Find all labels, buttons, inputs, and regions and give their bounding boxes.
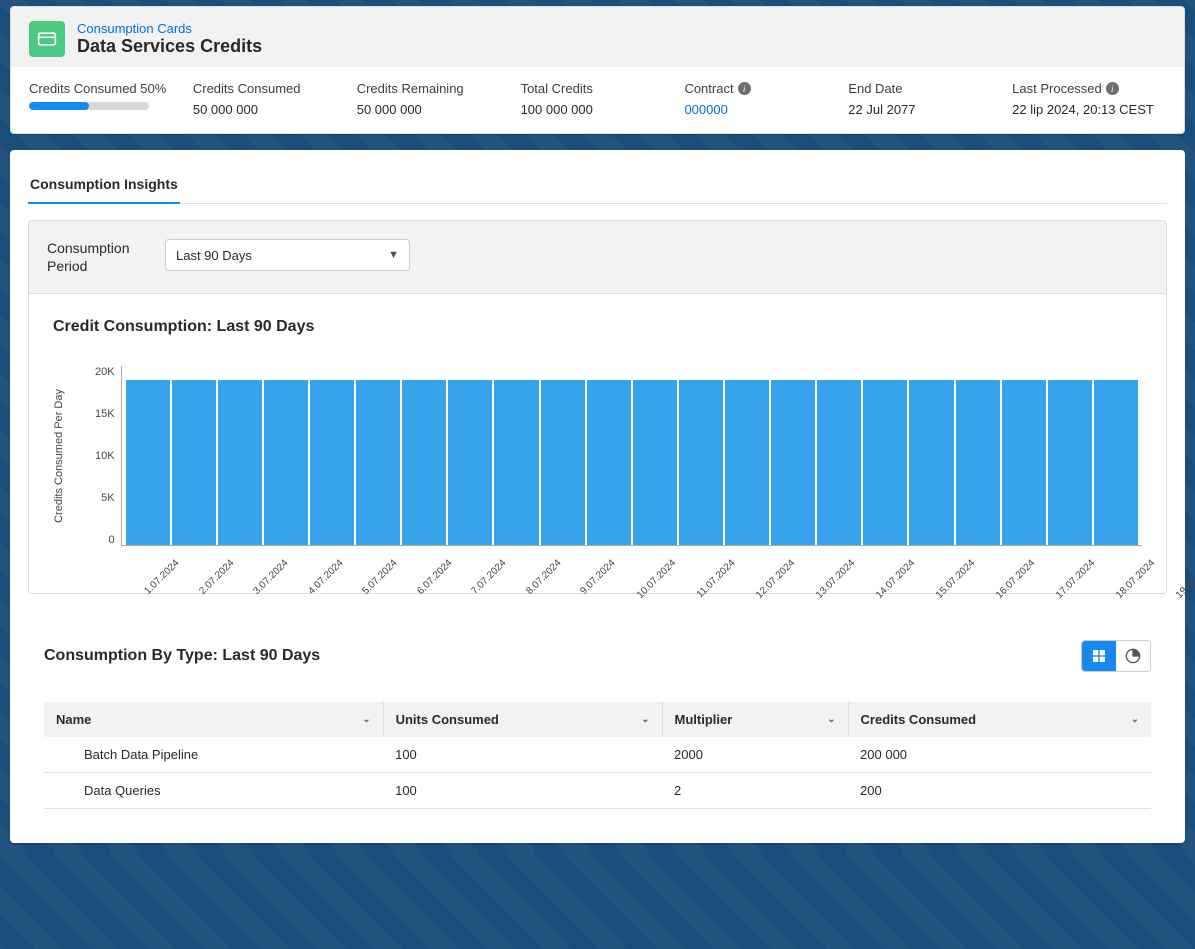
chart-bar[interactable]: [633, 380, 677, 546]
chart-bar[interactable]: [1048, 380, 1092, 546]
column-header[interactable]: Name⌄: [44, 702, 383, 737]
metric-value: 50 000 000: [357, 102, 511, 117]
chart-view-button[interactable]: [1116, 641, 1150, 671]
filter-label: Consumption Period: [47, 239, 147, 275]
metric-value: 22 Jul 2077: [848, 102, 1002, 117]
metric-value: 50 000 000: [193, 102, 347, 117]
sort-icon: ⌄: [641, 714, 649, 725]
table-cell: 100: [383, 773, 662, 809]
chart-bar[interactable]: [264, 380, 308, 546]
progress-bar: [29, 102, 149, 110]
metric-label: End Date: [848, 81, 1002, 96]
chart-panel: Credit Consumption: Last 90 Days Credits…: [28, 294, 1167, 594]
table-cell: 2000: [662, 737, 848, 773]
metric-end-date: End Date 22 Jul 2077: [848, 81, 1002, 117]
chart-bar[interactable]: [402, 380, 446, 546]
metric-label: Credits Consumed 50%: [29, 81, 183, 96]
chart-bar[interactable]: [1094, 380, 1138, 546]
tabs: Consumption Insights: [28, 168, 1167, 204]
chart-bar[interactable]: [863, 380, 907, 546]
chart-bar[interactable]: [448, 380, 492, 546]
table-cell: 2: [662, 773, 848, 809]
header-card: Consumption Cards Data Services Credits …: [10, 6, 1185, 134]
metric-consumed-pct: Credits Consumed 50%: [29, 81, 183, 117]
metric-total: Total Credits 100 000 000: [521, 81, 675, 117]
bytype-table: Name⌄Units Consumed⌄Multiplier⌄Credits C…: [44, 702, 1151, 809]
table-cell: 200 000: [848, 737, 1151, 773]
metric-label: Contract i: [684, 81, 838, 96]
column-header[interactable]: Multiplier⌄: [662, 702, 848, 737]
chart-plot: [121, 366, 1142, 546]
page-title: Data Services Credits: [77, 36, 262, 57]
chart-bar[interactable]: [909, 380, 953, 546]
chevron-down-icon: ▼: [388, 249, 399, 261]
chart-bar[interactable]: [126, 380, 170, 546]
chart-bar[interactable]: [725, 380, 769, 546]
table-cell: Data Queries: [44, 773, 383, 809]
column-header[interactable]: Credits Consumed⌄: [848, 702, 1151, 737]
card-icon: [29, 21, 65, 57]
table-row[interactable]: Batch Data Pipeline1002000200 000: [44, 737, 1151, 773]
metric-contract: Contract i 000000: [684, 81, 838, 117]
chart-bar[interactable]: [771, 380, 815, 546]
view-toggle: [1081, 640, 1151, 672]
select-value: Last 90 Days: [176, 248, 252, 263]
sort-icon: ⌄: [1131, 714, 1139, 725]
metric-value: 22 lip 2024, 20:13 CEST: [1012, 102, 1166, 117]
main-card: Consumption Insights Consumption Period …: [10, 150, 1185, 843]
metric-label: Total Credits: [521, 81, 675, 96]
chart-bar[interactable]: [1002, 380, 1046, 546]
chart-bar[interactable]: [541, 380, 585, 546]
table-cell: Batch Data Pipeline: [44, 737, 383, 773]
metric-label: Credits Remaining: [357, 81, 511, 96]
info-icon[interactable]: i: [1106, 82, 1119, 95]
sort-icon: ⌄: [362, 714, 370, 725]
chart-bar[interactable]: [172, 380, 216, 546]
table-row[interactable]: Data Queries1002200: [44, 773, 1151, 809]
pie-icon: [1125, 648, 1141, 664]
chart-xticks: 1.07.20242.07.20243.07.20244.07.20245.07…: [123, 546, 1142, 563]
tab-consumption-insights[interactable]: Consumption Insights: [28, 168, 180, 204]
chart-bar[interactable]: [310, 380, 354, 546]
column-header[interactable]: Units Consumed⌄: [383, 702, 662, 737]
sort-icon: ⌄: [827, 714, 835, 725]
chart-bar[interactable]: [356, 380, 400, 546]
metric-consumed: Credits Consumed 50 000 000: [193, 81, 347, 117]
chart-bar[interactable]: [218, 380, 262, 546]
metric-remaining: Credits Remaining 50 000 000: [357, 81, 511, 117]
breadcrumb-link[interactable]: Consumption Cards: [77, 21, 262, 36]
contract-link[interactable]: 000000: [684, 102, 838, 117]
metric-last-processed: Last Processed i 22 lip 2024, 20:13 CEST: [1012, 81, 1166, 117]
metric-label: Last Processed i: [1012, 81, 1166, 96]
chart-ylabel: Credits Consumed Per Day: [53, 389, 65, 523]
chart-yticks: 20K15K10K5K0: [89, 366, 121, 546]
chart-bar[interactable]: [494, 380, 538, 546]
chart-bar[interactable]: [817, 380, 861, 546]
metric-value: 100 000 000: [521, 102, 675, 117]
filter-bar: Consumption Period Last 90 Days ▼: [28, 220, 1167, 294]
table-view-button[interactable]: [1082, 641, 1116, 671]
info-icon[interactable]: i: [738, 82, 751, 95]
chart-title: Credit Consumption: Last 90 Days: [53, 318, 1142, 336]
table-cell: 200: [848, 773, 1151, 809]
table-cell: 100: [383, 737, 662, 773]
period-select[interactable]: Last 90 Days ▼: [165, 239, 410, 271]
bytype-section: Consumption By Type: Last 90 Days Name⌄U…: [28, 624, 1167, 825]
metric-label: Credits Consumed: [193, 81, 347, 96]
chart-bar[interactable]: [679, 380, 723, 546]
chart-bar[interactable]: [956, 380, 1000, 546]
table-icon: [1091, 648, 1107, 664]
section-title: Consumption By Type: Last 90 Days: [44, 647, 320, 665]
chart-bar[interactable]: [587, 380, 631, 546]
